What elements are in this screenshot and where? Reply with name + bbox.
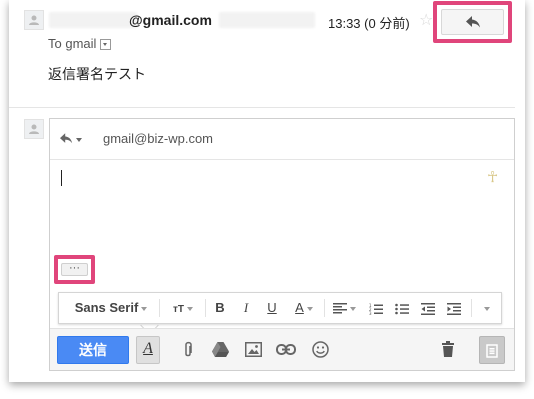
- font-family-label: Sans Serif: [74, 300, 139, 315]
- trash-icon[interactable]: [442, 341, 454, 357]
- bulleted-list-icon: [395, 303, 409, 314]
- toolbar-separator: [205, 299, 206, 317]
- toolbar-separator: [159, 299, 160, 317]
- message-timestamp: 13:33 (0 分前): [328, 16, 410, 31]
- chevron-down-icon: [349, 306, 356, 311]
- show-trimmed-content-button[interactable]: ···: [61, 263, 88, 276]
- font-size-icon: ᴛT: [172, 304, 184, 315]
- google-drive-icon[interactable]: [212, 342, 229, 357]
- font-size-select[interactable]: ᴛT: [163, 293, 203, 323]
- reply-icon: [60, 133, 73, 144]
- to-label: To gmail: [48, 36, 97, 51]
- ankh-icon: ☥: [487, 169, 499, 186]
- message-divider: [9, 107, 515, 108]
- my-avatar: [24, 119, 44, 139]
- svg-text:3: 3: [369, 311, 372, 315]
- star-icon[interactable]: ☆: [419, 10, 433, 30]
- indent-more-button[interactable]: [443, 293, 465, 323]
- numbered-list-icon: 123: [369, 303, 383, 316]
- compose-body-editor[interactable]: [50, 160, 514, 260]
- insert-photo-icon[interactable]: [245, 342, 262, 357]
- text-color-select[interactable]: A: [287, 293, 321, 323]
- align-select[interactable]: [330, 293, 358, 323]
- reply-button[interactable]: [441, 9, 504, 35]
- more-options-button[interactable]: [479, 336, 505, 364]
- reply-type-dropdown[interactable]: [60, 131, 90, 149]
- font-family-select[interactable]: Sans Serif: [65, 293, 157, 323]
- redacted-sender-detail: [219, 12, 315, 28]
- sender-email[interactable]: @gmail.com: [129, 12, 212, 28]
- chevron-down-icon: [141, 306, 148, 311]
- bulleted-list-button[interactable]: [391, 293, 413, 323]
- formatting-toolbar: Sans Serif ᴛT B I U A 123: [58, 292, 502, 324]
- compose-bottom-bar: 送信 A: [50, 328, 514, 370]
- more-formatting-dropdown[interactable]: [475, 293, 499, 323]
- chevron-down-icon: [76, 138, 82, 142]
- redacted-sender-name: [49, 12, 137, 28]
- insert-link-icon[interactable]: [276, 344, 296, 355]
- italic-button[interactable]: I: [235, 293, 257, 323]
- reply-icon: [466, 16, 480, 28]
- recipients-summary[interactable]: To gmail: [48, 36, 112, 51]
- paperclip-icon[interactable]: [183, 341, 193, 359]
- formatting-options-button[interactable]: A: [136, 336, 160, 364]
- more-options-icon: [486, 343, 498, 358]
- email-thread-panel: @gmail.com 13:33 (0 分前) ☆ To gmail 返信署名テ…: [9, 0, 525, 382]
- toolbar-separator: [324, 299, 325, 317]
- send-button[interactable]: 送信: [57, 336, 129, 364]
- toolbar-separator: [471, 299, 472, 317]
- align-left-icon: [332, 303, 347, 314]
- numbered-list-button[interactable]: 123: [365, 293, 387, 323]
- sender-avatar: [24, 10, 44, 30]
- reply-compose-box: gmail@biz-wp.com ☥ ··· Sans Serif ᴛT B I…: [49, 118, 515, 371]
- chevron-down-icon: [484, 306, 490, 311]
- recipient-field[interactable]: gmail@biz-wp.com: [103, 131, 213, 146]
- text-color-icon: A: [295, 300, 304, 315]
- message-body: 返信署名テスト: [48, 66, 146, 82]
- chevron-down-icon: [187, 306, 193, 311]
- formatting-icon: A: [143, 340, 153, 357]
- emoji-icon[interactable]: [312, 341, 329, 358]
- indent-more-icon: [447, 302, 461, 315]
- underline-button[interactable]: U: [261, 293, 283, 323]
- chevron-down-icon[interactable]: [100, 39, 112, 51]
- bold-button[interactable]: B: [209, 293, 231, 323]
- indent-less-button[interactable]: [417, 293, 439, 323]
- indent-less-icon: [421, 302, 435, 315]
- text-cursor: [61, 170, 62, 186]
- chevron-down-icon: [306, 306, 313, 311]
